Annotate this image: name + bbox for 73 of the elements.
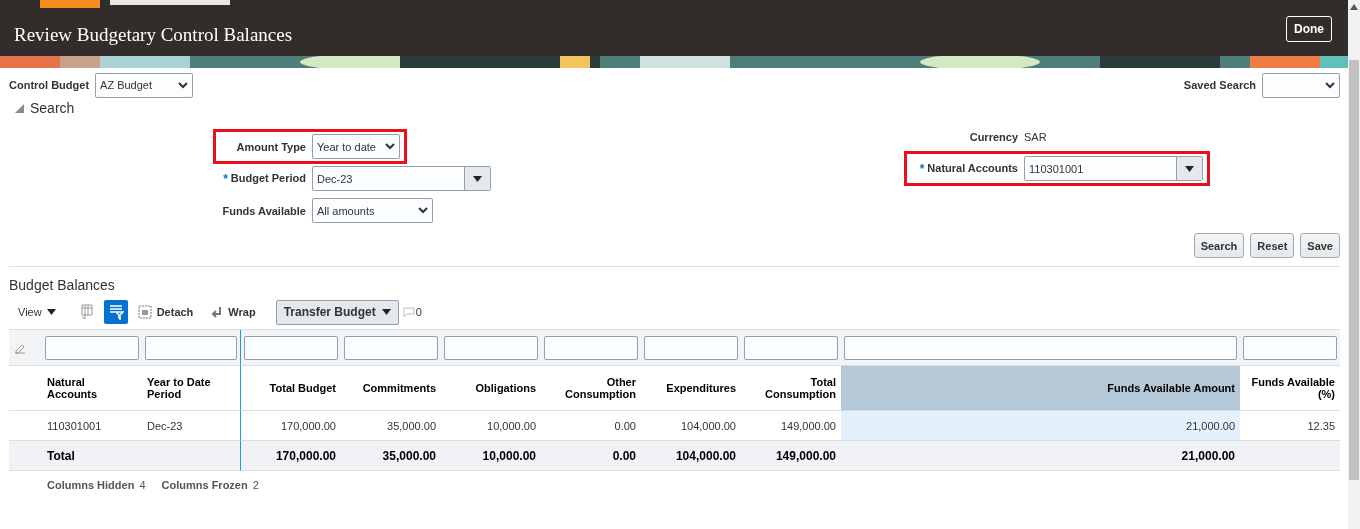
- total-cell: 0.00: [541, 441, 641, 471]
- field-label: Saved Search: [1183, 79, 1256, 91]
- table-cell: 21,000.00: [841, 411, 1240, 441]
- caret-down-icon: [473, 175, 482, 182]
- field-value: SAR: [1024, 130, 1048, 143]
- count: 0: [415, 306, 422, 318]
- filter-field[interactable]: [344, 335, 438, 360]
- field-label: Control Budget: [9, 79, 90, 91]
- field-label: Currency: [969, 130, 1018, 143]
- scrollbar-thumb[interactable]: [1349, 60, 1359, 480]
- total-cell: 149,000.00: [741, 441, 841, 471]
- action-button[interactable]: Save: [1300, 233, 1340, 258]
- filter-field[interactable]: [1243, 335, 1337, 360]
- dropdown[interactable]: All amounts: [312, 198, 433, 223]
- caret-down-icon: [46, 309, 56, 315]
- total-cell: 35,000.00: [341, 441, 441, 471]
- page-title: Review Budgetary Control Balances: [14, 24, 293, 46]
- total-cell: 104,000.00: [641, 441, 741, 471]
- chevron-down-icon: [385, 143, 395, 150]
- comment-icon: [402, 306, 415, 318]
- footer-info: Columns Hidden 4: [47, 479, 146, 491]
- wrap-icon: [211, 306, 224, 318]
- action-button[interactable]: Reset: [1250, 233, 1295, 258]
- filter-field[interactable]: [444, 335, 538, 360]
- logo-icon: [40, 0, 230, 8]
- field-label: Budget Period: [230, 171, 306, 186]
- freeze-icon[interactable]: [79, 304, 94, 320]
- combo-field[interactable]: 110301001: [1024, 156, 1203, 181]
- detach-button[interactable]: Detach: [137, 305, 194, 319]
- detach-icon: [137, 305, 152, 319]
- wrap-button[interactable]: Wrap: [211, 306, 256, 318]
- dropdown[interactable]: Year to date: [312, 134, 400, 159]
- disclosure-icon[interactable]: [15, 103, 24, 113]
- dropdown[interactable]: [1262, 72, 1340, 98]
- total-cell: 170,000.00: [241, 441, 341, 471]
- dropdown[interactable]: AZ Budget: [95, 72, 194, 98]
- total-cell: [9, 441, 42, 471]
- filter-field[interactable]: [45, 335, 139, 360]
- dropdown-button[interactable]: [1176, 157, 1202, 180]
- chevron-down-icon: [1325, 81, 1335, 89]
- total-cell: 10,000.00: [441, 441, 541, 471]
- dropdown-button[interactable]: [464, 167, 490, 190]
- filter-field[interactable]: [244, 335, 338, 360]
- field-label: Natural Accounts: [927, 161, 1018, 176]
- section-title[interactable]: Search: [30, 100, 75, 116]
- filter-field[interactable]: [744, 335, 838, 360]
- table-cell: Dec-23: [142, 411, 241, 441]
- combo-field[interactable]: Dec-23: [312, 166, 491, 191]
- column-header[interactable]: Year to Date Period: [142, 366, 241, 411]
- total-cell: 21,000.00: [841, 441, 1240, 471]
- filter-field[interactable]: [145, 335, 237, 360]
- filter-field[interactable]: [844, 335, 1237, 360]
- footer-info: Columns Frozen 2: [161, 479, 259, 491]
- view-menu[interactable]: View: [18, 306, 56, 318]
- total-cell: Total: [42, 441, 142, 471]
- chevron-down-icon: [178, 81, 189, 89]
- column-header[interactable]: Funds Available Amount: [841, 366, 1240, 411]
- chevron-down-icon: [418, 207, 428, 214]
- required-mark: *: [223, 171, 228, 186]
- filter-field[interactable]: [544, 335, 638, 360]
- caret-down-icon: [1185, 165, 1194, 172]
- action-button[interactable]: Search: [1193, 233, 1245, 258]
- field-label: Amount Type: [236, 140, 306, 153]
- caret-down-icon: [381, 309, 391, 315]
- done-button[interactable]: Done: [1286, 16, 1332, 42]
- section-title: Budget Balances: [9, 277, 116, 293]
- filter-button[interactable]: [103, 300, 128, 324]
- required-mark: *: [919, 161, 925, 176]
- scroll-up-icon[interactable]: [1350, 4, 1358, 10]
- transfer-budget-button[interactable]: Transfer Budget: [275, 299, 399, 325]
- filter-field[interactable]: [644, 335, 738, 360]
- filter-icon: [107, 304, 124, 320]
- field-label: Funds Available: [222, 204, 306, 217]
